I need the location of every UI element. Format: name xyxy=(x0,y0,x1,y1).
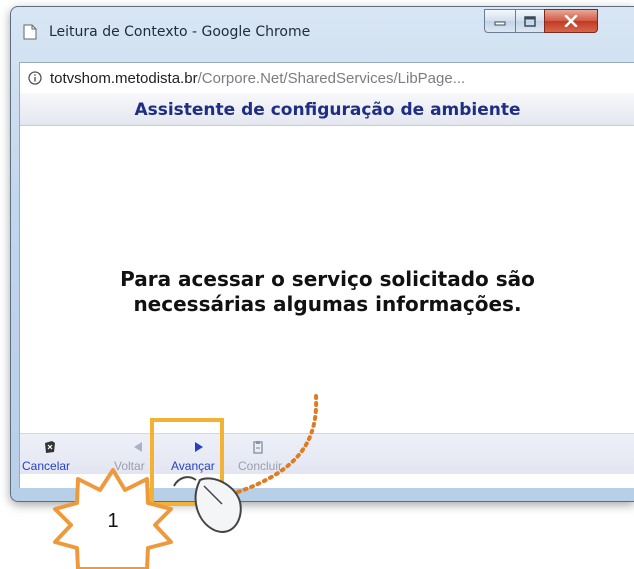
step-number: 1 xyxy=(107,510,119,532)
dotted-pointer-path xyxy=(236,394,319,494)
mouse-icon xyxy=(173,476,242,533)
tutorial-overlay xyxy=(53,394,319,569)
